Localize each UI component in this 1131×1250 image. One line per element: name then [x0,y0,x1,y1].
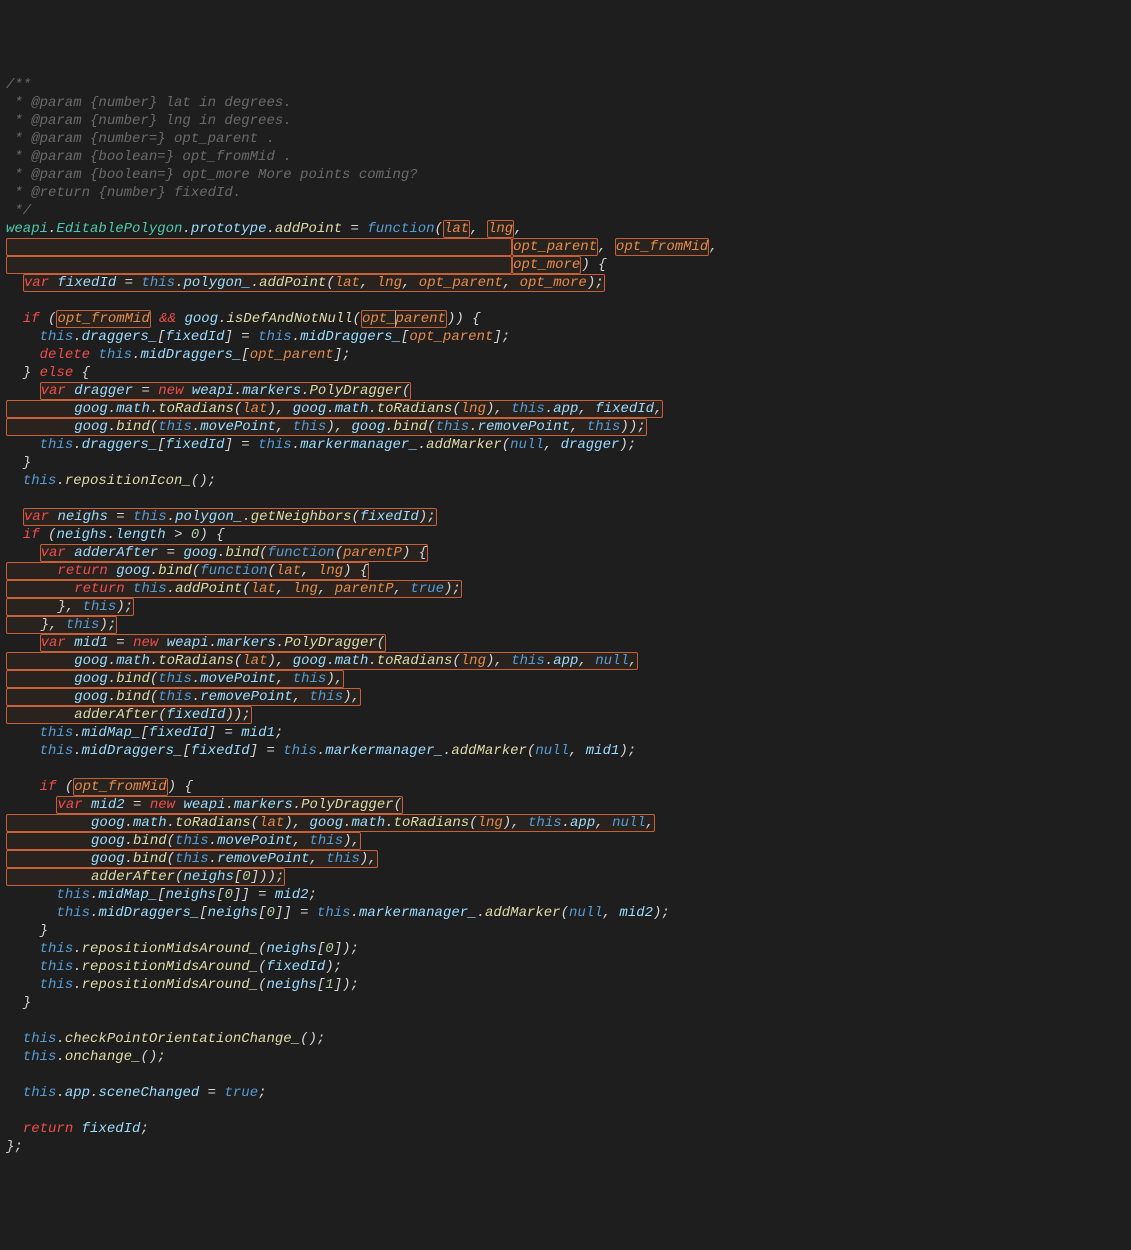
code-editor[interactable]: /** * @param {number} lat in degrees. * … [6,76,1125,1156]
code-line: if (opt_fromMid && goog.isDefAndNotNull(… [6,310,1125,328]
code-line: if (neighs.length > 0) { [6,526,1125,544]
code-line: var mid1 = new weapi.markers.PolyDragger… [6,634,1125,652]
code-line: this.repositionMidsAround_(fixedId); [6,958,1125,976]
code-line: var mid2 = new weapi.markers.PolyDragger… [6,796,1125,814]
code-line [6,1102,1125,1120]
code-line [6,1012,1125,1030]
code-line: this.midMap_[fixedId] = mid1; [6,724,1125,742]
code-line: goog.math.toRadians(lat), goog.math.toRa… [6,400,1125,418]
code-line: }, this); [6,598,1125,616]
comment-line: * @param {boolean=} opt_more More points… [6,166,1125,184]
code-line: if (opt_fromMid) { [6,778,1125,796]
code-line: this.draggers_[fixedId] = this.markerman… [6,436,1125,454]
comment-line: * @param {number=} opt_parent . [6,130,1125,148]
code-line: this.app.sceneChanged = true; [6,1084,1125,1102]
comment-line: /** [6,76,1125,94]
code-line: this.draggers_[fixedId] = this.midDragge… [6,328,1125,346]
code-line: this.checkPointOrientationChange_(); [6,1030,1125,1048]
comment-line: * @return {number} fixedId. [6,184,1125,202]
code-line: return goog.bind(function(lat, lng) { [6,562,1125,580]
param-opt-more: opt_more [512,256,581,274]
code-line: goog.bind(this.movePoint, this), [6,670,1125,688]
code-line: this.repositionMidsAround_(neighs[0]); [6,940,1125,958]
code-line: } else { [6,364,1125,382]
code-line: this.repositionMidsAround_(neighs[1]); [6,976,1125,994]
param-opt-parent: opt_parent [512,238,598,256]
code-line [6,490,1125,508]
code-line: this.midDraggers_[fixedId] = this.marker… [6,742,1125,760]
code-line: } [6,454,1125,472]
code-line: goog.math.toRadians(lat), goog.math.toRa… [6,814,1125,832]
code-line: this.repositionIcon_(); [6,472,1125,490]
code-line: } [6,994,1125,1012]
cursor-token: opt_parent [361,310,447,328]
code-line: this.midMap_[neighs[0]] = mid2; [6,886,1125,904]
code-line: } [6,922,1125,940]
code-line: opt_more) { [6,256,1125,274]
param-lat: lat [443,220,470,238]
code-line: var fixedId = this.polygon_.addPoint(lat… [6,274,1125,292]
param-opt-fromMid: opt_fromMid [615,238,709,256]
comment-line: * @param {number} lat in degrees. [6,94,1125,112]
code-line: goog.math.toRadians(lat), goog.math.toRa… [6,652,1125,670]
text-cursor [395,311,396,327]
code-line: delete this.midDraggers_[opt_parent]; [6,346,1125,364]
code-line: }; [6,1138,1125,1156]
code-line: }, this); [6,616,1125,634]
code-line: adderAfter(neighs[0])); [6,868,1125,886]
code-line [6,1066,1125,1084]
code-line: weapi.EditablePolygon.prototype.addPoint… [6,220,1125,238]
param-lng: lng [487,220,514,238]
comment-line: * @param {number} lng in degrees. [6,112,1125,130]
comment-line: */ [6,202,1125,220]
code-line: goog.bind(this.movePoint, this), [6,832,1125,850]
code-line: goog.bind(this.movePoint, this), goog.bi… [6,418,1125,436]
code-line: return this.addPoint(lat, lng, parentP, … [6,580,1125,598]
code-line: adderAfter(fixedId)); [6,706,1125,724]
code-line: this.onchange_(); [6,1048,1125,1066]
code-line: opt_parent, opt_fromMid, [6,238,1125,256]
code-line: this.midDraggers_[neighs[0]] = this.mark… [6,904,1125,922]
code-line: return fixedId; [6,1120,1125,1138]
code-line: goog.bind(this.removePoint, this), [6,850,1125,868]
code-line [6,760,1125,778]
code-line: goog.bind(this.removePoint, this), [6,688,1125,706]
code-line: var adderAfter = goog.bind(function(pare… [6,544,1125,562]
code-line [6,292,1125,310]
code-line: var dragger = new weapi.markers.PolyDrag… [6,382,1125,400]
comment-line: * @param {boolean=} opt_fromMid . [6,148,1125,166]
code-line: var neighs = this.polygon_.getNeighbors(… [6,508,1125,526]
